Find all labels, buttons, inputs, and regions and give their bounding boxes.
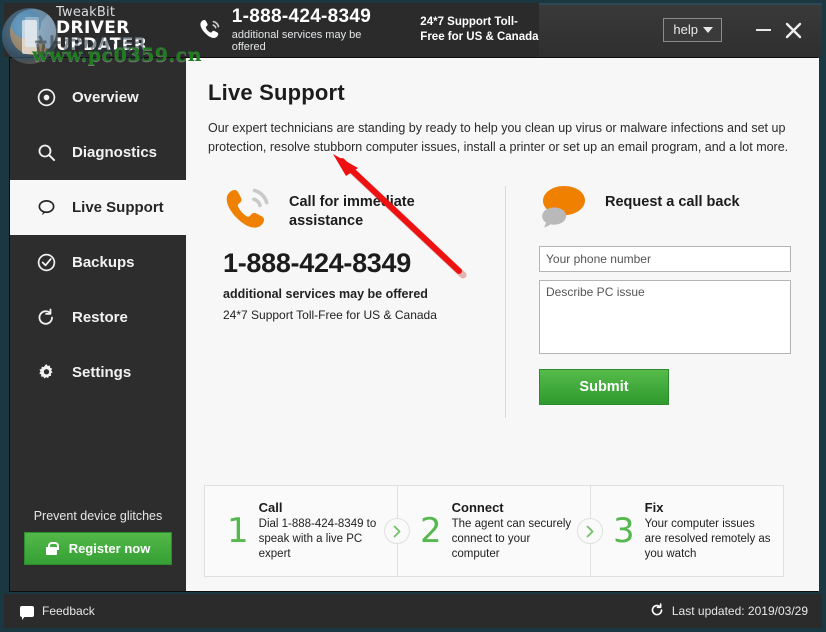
app-window: TweakBit DRIVER UPDATER 1-888-424-8349 a… bbox=[0, 0, 826, 632]
lock-icon bbox=[45, 542, 59, 555]
step-call: 1 Call Dial 1-888-424-8349 to speak with… bbox=[205, 486, 410, 576]
chevron-right-icon bbox=[384, 518, 410, 544]
callback-panel: Request a call back Submit bbox=[503, 184, 793, 418]
sidebar-item-label: Diagnostics bbox=[72, 144, 158, 161]
page-title: Live Support bbox=[208, 80, 345, 105]
sidebar-promo: Prevent device glitches Register now bbox=[10, 509, 186, 591]
phone-number-input[interactable] bbox=[539, 245, 791, 272]
chat-bubbles-large-icon bbox=[539, 184, 591, 232]
chat-bubble-icon bbox=[36, 198, 56, 218]
sidebar-item-label: Restore bbox=[72, 309, 128, 326]
help-label: help bbox=[673, 22, 698, 37]
check-circle-icon bbox=[36, 253, 56, 273]
sidebar-item-label: Live Support bbox=[72, 199, 164, 216]
call-panel-heading: Call for immediate assistance bbox=[289, 193, 415, 230]
title-bar-right: help bbox=[539, 3, 822, 57]
step-number: 1 bbox=[227, 511, 249, 551]
phone-ring-large-icon bbox=[223, 184, 275, 232]
call-note-secondary: 24*7 Support Toll-Free for US & Canada bbox=[223, 307, 437, 322]
tweakbit-logo-icon bbox=[10, 9, 56, 55]
step-title: Fix bbox=[644, 499, 664, 515]
step-number: 2 bbox=[420, 511, 442, 551]
sidebar-item-settings[interactable]: Settings bbox=[10, 345, 186, 400]
minimize-button[interactable] bbox=[748, 15, 778, 45]
header-support-text: 24*7 Support Toll-Free for US & Canada bbox=[420, 16, 539, 43]
support-panels: Call for immediate assistance 1-888-424-… bbox=[208, 184, 793, 418]
sidebar-item-label: Settings bbox=[72, 364, 132, 381]
register-now-label: Register now bbox=[68, 541, 151, 556]
chevron-down-icon bbox=[703, 26, 713, 33]
header-phone-number: 1-888-424-8349 bbox=[231, 6, 372, 28]
step-title: Connect bbox=[451, 499, 504, 515]
last-updated-block[interactable]: Last updated: 2019/03/29 bbox=[650, 602, 808, 620]
step-description: Your computer issues are resolved remote… bbox=[644, 517, 771, 561]
app-logo: TweakBit DRIVER UPDATER bbox=[4, 3, 193, 57]
sidebar-item-backups[interactable]: Backups bbox=[10, 235, 186, 290]
feedback-button[interactable]: Feedback bbox=[20, 604, 95, 620]
sidebar-item-label: Overview bbox=[72, 89, 139, 106]
call-panel: Call for immediate assistance 1-888-424-… bbox=[208, 184, 503, 405]
call-phone-number: 1-888-424-8349 bbox=[223, 247, 411, 278]
help-dropdown-button[interactable]: help bbox=[663, 18, 722, 42]
last-updated-label: Last updated: 2019/03/29 bbox=[671, 604, 808, 618]
search-icon bbox=[36, 143, 56, 163]
close-icon bbox=[785, 22, 801, 38]
title-bar: TweakBit DRIVER UPDATER 1-888-424-8349 a… bbox=[4, 3, 822, 57]
prevent-glitches-text: Prevent device glitches bbox=[33, 509, 163, 523]
step-description: Dial 1-888-424-8349 to speak with a live… bbox=[258, 517, 377, 561]
sidebar-item-diagnostics[interactable]: Diagnostics bbox=[10, 125, 186, 180]
target-icon bbox=[36, 88, 56, 108]
header-phone-note: additional services may be offered bbox=[231, 28, 362, 53]
main-content: Live Support Our expert technicians are … bbox=[186, 58, 819, 591]
logo-product: DRIVER UPDATER bbox=[56, 18, 148, 55]
chevron-right-icon bbox=[577, 518, 603, 544]
status-bar: Feedback Last updated: 2019/03/29 bbox=[4, 594, 822, 628]
close-button[interactable] bbox=[778, 15, 808, 45]
sidebar-nav: Overview Diagnostics Live Support Backup… bbox=[10, 58, 186, 400]
callback-panel-heading: Request a call back bbox=[605, 193, 740, 210]
gear-icon bbox=[36, 363, 56, 383]
title-bar-left: TweakBit DRIVER UPDATER 1-888-424-8349 a… bbox=[4, 3, 539, 57]
phone-ring-icon bbox=[197, 17, 223, 43]
sidebar: Overview Diagnostics Live Support Backup… bbox=[10, 58, 186, 591]
sidebar-item-label: Backups bbox=[72, 254, 135, 271]
sidebar-item-restore[interactable]: Restore bbox=[10, 290, 186, 345]
page-description: Our expert technicians are standing by r… bbox=[208, 121, 789, 155]
sidebar-item-live-support[interactable]: Live Support bbox=[10, 180, 186, 235]
step-fix: 3 Fix Your computer issues are resolved … bbox=[590, 486, 783, 576]
register-now-button[interactable]: Register now bbox=[24, 532, 172, 565]
step-number: 3 bbox=[613, 511, 635, 551]
header-phone-block[interactable]: 1-888-424-8349 additional services may b… bbox=[197, 7, 389, 53]
window-body: Overview Diagnostics Live Support Backup… bbox=[9, 57, 819, 592]
refresh-icon bbox=[650, 602, 664, 620]
restore-arrow-icon bbox=[36, 308, 56, 328]
call-note-primary: additional services may be offered bbox=[223, 286, 428, 301]
feedback-label: Feedback bbox=[42, 604, 95, 618]
pc-issue-textarea[interactable] bbox=[539, 279, 791, 354]
sidebar-item-overview[interactable]: Overview bbox=[10, 70, 186, 125]
step-connect: 2 Connect The agent can securely connect… bbox=[397, 486, 603, 576]
feedback-icon bbox=[20, 605, 34, 620]
how-it-works-steps: 1 Call Dial 1-888-424-8349 to speak with… bbox=[204, 485, 784, 577]
step-description: The agent can securely connect to your c… bbox=[451, 517, 572, 561]
submit-button[interactable]: Submit bbox=[539, 368, 669, 405]
step-title: Call bbox=[258, 499, 283, 515]
